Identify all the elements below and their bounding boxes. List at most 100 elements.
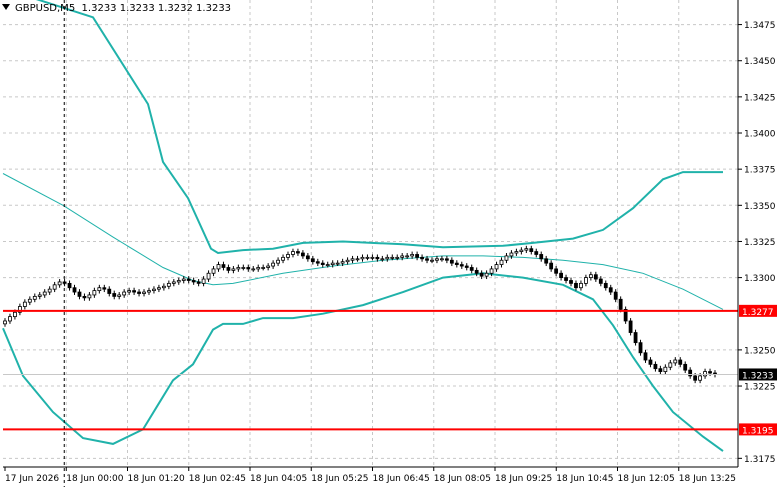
candle-body — [137, 291, 141, 294]
candle-body — [693, 375, 698, 381]
candle-body — [365, 256, 370, 259]
candle-body — [593, 274, 598, 280]
candle-body — [112, 293, 117, 297]
candle-body — [628, 320, 633, 333]
time-tick-label: 18 Jun 12:05 — [618, 474, 675, 484]
candle-body — [32, 295, 37, 300]
candle-body — [261, 267, 266, 269]
candle-body — [325, 264, 330, 266]
candle-body — [211, 268, 216, 274]
candle-body — [703, 371, 707, 377]
candle-body — [92, 290, 97, 296]
price-chart[interactable]: 1.3475 1.3450 1.3425 1.3400 1.3375 1.3350 1.33… — [0, 0, 781, 489]
candle-body — [107, 288, 112, 294]
candle-body — [122, 291, 127, 296]
price-tick-label: 1.3425 — [744, 93, 776, 103]
candle-body — [132, 290, 136, 293]
candle-body — [643, 352, 648, 361]
candle-body — [479, 272, 484, 277]
candle-body — [584, 277, 588, 284]
level-label: 1.3195 — [742, 426, 774, 436]
candle-body — [231, 268, 236, 271]
candle-body — [683, 363, 688, 371]
candle-body — [206, 272, 211, 280]
candle-body — [390, 256, 395, 259]
candle-body — [494, 264, 499, 270]
price-labels: 1.3277 1.3195 1.3233 — [739, 304, 777, 436]
candle-body — [22, 301, 27, 307]
candle-body — [186, 278, 191, 281]
candle-body — [241, 267, 246, 269]
candle-body — [663, 366, 668, 372]
candle-body — [171, 281, 176, 284]
price-tick-label: 1.3475 — [744, 21, 776, 31]
candle-body — [464, 265, 469, 268]
candle-body — [395, 256, 400, 259]
candle-body — [539, 254, 544, 260]
candle-body — [603, 282, 608, 289]
candle-body — [72, 287, 77, 293]
candle-body — [152, 288, 156, 292]
candle-body — [266, 265, 271, 268]
candle-body — [67, 282, 72, 289]
candle-body — [77, 291, 82, 297]
horizontal-levels[interactable] — [3, 309, 738, 431]
time-tick-label: 18 Jun 09:25 — [495, 474, 552, 484]
candle-body — [301, 252, 305, 257]
time-tick-label: 18 Jun 02:45 — [189, 474, 246, 484]
candle-body — [310, 258, 315, 263]
price-tick-label: 1.3450 — [744, 57, 776, 67]
candle-body — [117, 294, 122, 297]
candle-body — [246, 267, 251, 270]
candle-body — [559, 272, 563, 278]
candle-body — [330, 262, 335, 265]
candle-body — [554, 268, 559, 274]
candle-body — [37, 294, 42, 297]
candle-body — [534, 251, 539, 255]
candle-body — [524, 248, 529, 251]
time-tick-label: 18 Jun 04:05 — [250, 474, 307, 484]
symbol-header: GBPUSD,M5 1.3233 1.3233 1.3232 1.3233 — [2, 3, 231, 14]
candle-body — [8, 316, 12, 322]
candle-body — [276, 259, 280, 264]
level-label: 1.3277 — [742, 308, 774, 318]
time-tick-label: 18 Jun 05:25 — [311, 474, 368, 484]
candle-body — [430, 259, 434, 262]
bollinger-bands — [2, 0, 724, 452]
candle-body — [618, 298, 623, 310]
price-tick-label: 1.3175 — [744, 455, 776, 465]
price-tick-label: 1.3375 — [744, 166, 776, 176]
candle-body — [97, 287, 102, 292]
candle-body — [435, 258, 439, 261]
candle-body — [370, 256, 375, 259]
candle-body — [236, 267, 241, 270]
time-tick-label: 18 Jun 13:25 — [679, 474, 736, 484]
candle-body — [514, 251, 519, 254]
candle-body — [42, 291, 47, 296]
time-tick-label: 18 Jun 00:00 — [66, 474, 123, 484]
candle-body — [613, 291, 618, 300]
candle-body — [196, 281, 201, 284]
candle-body — [286, 254, 290, 258]
candle-body — [474, 269, 479, 274]
candle-body — [420, 256, 424, 260]
price-tick-label: 1.3225 — [744, 383, 776, 393]
dropdown-triangle-icon[interactable] — [2, 4, 10, 10]
candle-body — [315, 261, 320, 264]
candle-body — [444, 258, 449, 261]
price-tick-label: 1.3400 — [744, 130, 776, 140]
candle-body — [579, 282, 583, 289]
candle-body — [3, 320, 7, 325]
candle-body — [569, 280, 573, 284]
candle-body — [57, 281, 62, 286]
time-tick-label: 18 Jun 08:05 — [434, 474, 491, 484]
candle-body — [499, 259, 504, 265]
candle-body — [454, 262, 459, 265]
current-price-label: 1.3233 — [742, 371, 774, 381]
candle-body — [291, 251, 295, 255]
candle-body — [678, 359, 683, 365]
candle-body — [633, 332, 638, 344]
time-tick-label: 17 Jun 2026 — [5, 474, 59, 484]
candle-body — [708, 371, 712, 374]
candle-body — [489, 268, 494, 274]
